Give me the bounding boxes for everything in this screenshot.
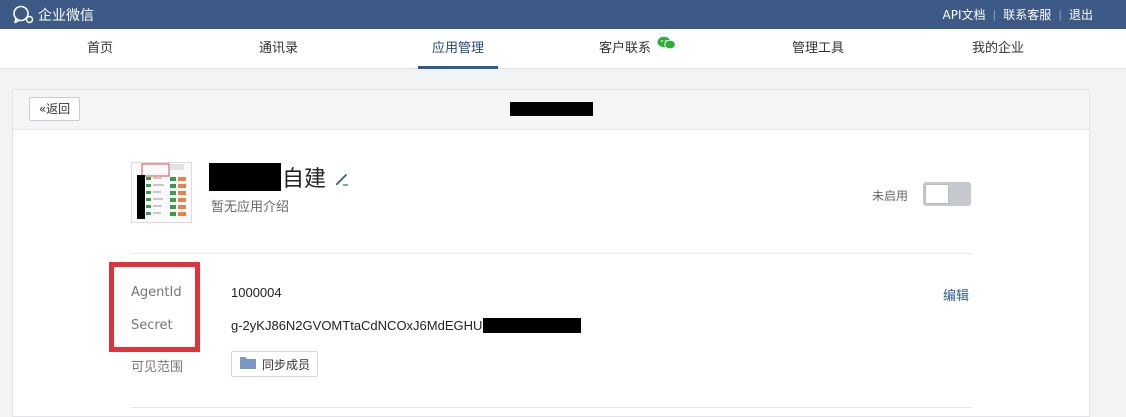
secret-visible-part: g-2yKJ86N2GVOMTtaCdNCOxJ6MdEGHU: [231, 318, 483, 333]
redacted-app-title: [510, 102, 593, 116]
contact-support-link[interactable]: 联系客服: [1003, 6, 1051, 23]
nav-contacts[interactable]: 通讯录: [259, 29, 298, 69]
app-name: 自建: [209, 162, 350, 192]
link-separator: |: [1058, 8, 1062, 21]
header-links: API文档 | 联系客服 | 退出: [943, 0, 1093, 29]
wecom-logo-icon: [12, 5, 34, 24]
section-divider: [131, 253, 972, 254]
agentid-value: 1000004: [231, 285, 282, 300]
top-bar: 企业微信 API文档 | 联系客服 | 退出: [0, 0, 1126, 29]
nav-home[interactable]: 首页: [87, 29, 113, 69]
app-name-suffix: 自建: [282, 167, 327, 192]
sync-members-label: 同步成员: [262, 357, 311, 372]
app-description: 暂无应用介绍: [211, 200, 290, 215]
toggle-knob: [925, 184, 949, 204]
brand[interactable]: 企业微信: [12, 4, 94, 25]
redacted-secret: [483, 317, 582, 333]
nav-my-enterprise[interactable]: 我的企业: [972, 29, 1024, 69]
visible-scope-label: 可见范围: [131, 360, 184, 375]
link-separator: |: [992, 8, 997, 21]
main-nav: 首页 通讯录 应用管理 客户联系 管理工具 我的企业: [0, 29, 1126, 69]
nav-admin-tools[interactable]: 管理工具: [792, 29, 844, 69]
nav-customer-contact[interactable]: 客户联系: [599, 29, 676, 69]
nav-app-management[interactable]: 应用管理: [417, 29, 499, 69]
app-detail-card: «返回 自建 暂无应用介绍 未启用 AgentId 1000004 Secret…: [12, 89, 1090, 417]
back-button[interactable]: «返回: [29, 97, 80, 121]
pencil-edit-icon[interactable]: [334, 168, 350, 193]
nav-customer-contact-label: 客户联系: [599, 41, 652, 56]
api-docs-link[interactable]: API文档: [943, 6, 986, 23]
enable-toggle[interactable]: [923, 182, 971, 206]
card-header: «返回: [13, 90, 1089, 130]
secret-value: g-2yKJ86N2GVOMTtaCdNCOxJ6MdEGHU: [231, 317, 582, 333]
sync-members-button[interactable]: 同步成员: [231, 351, 318, 377]
status-label: 未启用: [872, 189, 909, 203]
edit-link[interactable]: 编辑: [943, 285, 969, 304]
brand-name: 企业微信: [38, 7, 94, 24]
annotation-highlight-box: [109, 262, 200, 352]
logout-link[interactable]: 退出: [1069, 6, 1093, 23]
folder-icon: [240, 356, 256, 372]
app-icon: [131, 162, 192, 223]
wechat-icon: [657, 27, 676, 67]
section-divider: [131, 407, 972, 408]
redacted-app-name: [209, 163, 281, 191]
back-label: 返回: [46, 102, 71, 116]
